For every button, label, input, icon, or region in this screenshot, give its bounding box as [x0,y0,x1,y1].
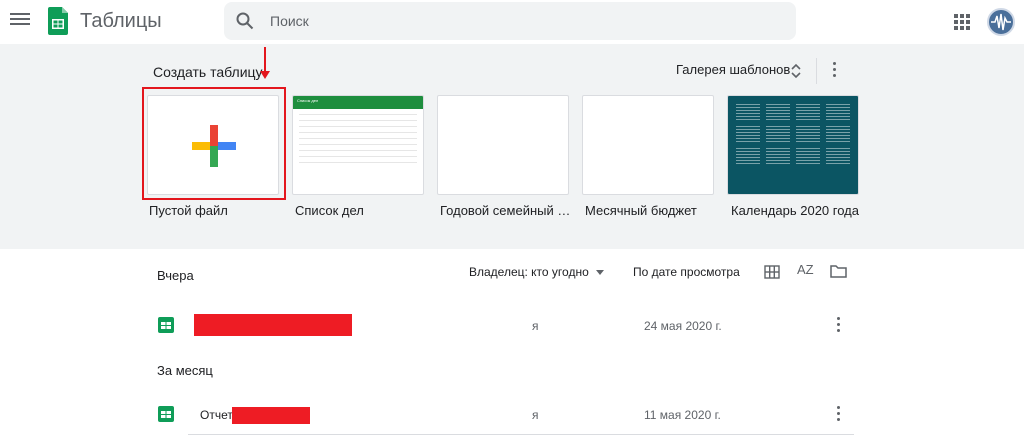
file-date: 24 мая 2020 г. [644,319,722,333]
template-label-blank[interactable]: Пустой файл [149,203,281,218]
file-name: Отчет [200,408,233,422]
sheet-file-icon [158,406,174,422]
more-vert-icon[interactable] [828,62,840,80]
redacted-file-name [194,314,352,336]
redacted-file-name [232,407,310,424]
unfold-chevron-icon[interactable] [790,63,802,79]
sort-by-viewed-button[interactable]: По дате просмотра [633,265,740,279]
template-card-calendar[interactable] [727,95,859,195]
create-spreadsheet-heading: Создать таблицу [153,64,263,80]
section-label-yesterday: Вчера [157,268,194,283]
search-bar[interactable] [224,2,796,40]
chevron-down-icon[interactable] [596,270,604,275]
menu-icon[interactable] [10,10,30,30]
divider [816,58,817,84]
section-label-month: За месяц [157,363,213,378]
sheet-file-icon [158,317,174,333]
search-icon[interactable] [236,12,254,30]
divider [188,434,854,435]
file-owner: я [532,319,539,333]
template-label-todo[interactable]: Список дел [295,203,427,218]
todo-thumbnail-header: Список дел [293,96,423,109]
sort-az-icon[interactable]: AZ [797,262,814,277]
apps-grid-icon[interactable] [953,13,971,31]
more-vert-icon[interactable] [832,317,844,333]
search-input[interactable] [270,10,770,32]
template-card-monthly-budget[interactable] [582,95,714,195]
app-title[interactable]: Таблицы [80,10,162,33]
file-row[interactable]: я 24 мая 2020 г. [148,308,854,344]
folder-icon[interactable] [830,264,847,278]
annotation-arrow [264,47,266,73]
template-label-calendar[interactable]: Календарь 2020 года [731,203,863,218]
avatar[interactable] [987,8,1015,36]
file-row[interactable]: Отчет я 11 мая 2020 г. [148,397,854,433]
sheets-logo-icon[interactable] [48,7,68,35]
calendar-thumbnail [728,96,858,194]
template-label-annual-budget[interactable]: Годовой семейный б... [440,203,572,218]
template-gallery-button[interactable]: Галерея шаблонов [676,62,790,77]
template-label-monthly-budget[interactable]: Месячный бюджет [585,203,717,218]
file-owner: я [532,408,539,422]
owner-filter-dropdown[interactable]: Владелец: кто угодно [469,265,589,279]
annotation-arrow-head [260,71,270,79]
template-card-annual-budget[interactable] [437,95,569,195]
annotation-highlight-box [142,87,286,200]
file-date: 11 мая 2020 г. [644,408,721,422]
more-vert-icon[interactable] [832,406,844,422]
template-card-todo[interactable]: Список дел [292,95,424,195]
top-bar: Таблицы [0,0,1024,44]
grid-view-icon[interactable] [764,265,780,279]
